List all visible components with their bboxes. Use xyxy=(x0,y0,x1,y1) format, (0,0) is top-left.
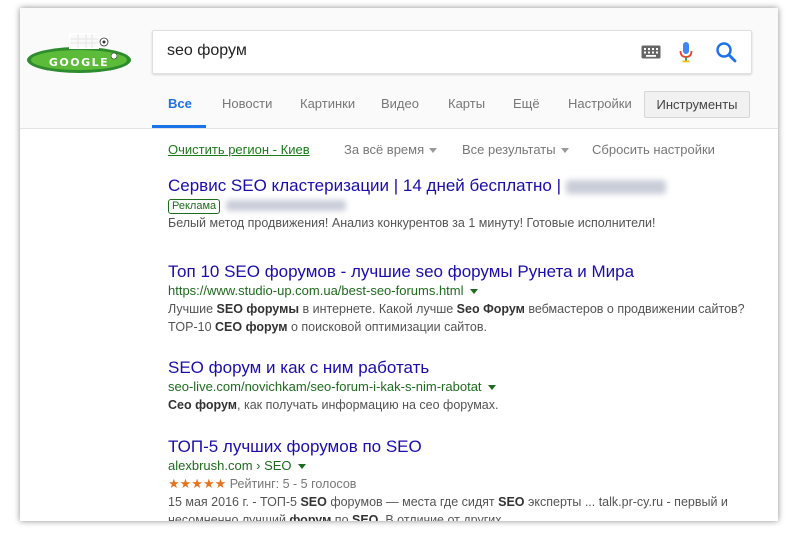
result-url[interactable]: https://www.studio-up.com.ua/best-seo-fo… xyxy=(168,282,768,300)
result-item: SEO форум и как с ним работать seo-live.… xyxy=(168,358,768,414)
tab-settings[interactable]: Настройки xyxy=(568,96,632,111)
browser-frame: GOOGLE Все Новости Ка xyxy=(20,8,778,521)
result-ad: Сервис SEO кластеризации | 14 дней беспл… xyxy=(168,176,768,232)
result-title-part: - лучшие seo форумы Рунета и Мира xyxy=(335,262,635,281)
mic-icon[interactable] xyxy=(679,41,693,63)
reset-settings-link[interactable]: Сбросить настройки xyxy=(592,142,715,157)
tab-video[interactable]: Видео xyxy=(381,96,419,111)
result-title-link[interactable]: ТОП-5 лучших форумов по SEO xyxy=(168,437,768,457)
result-snippet: Белый метод продвижения! Анализ конкурен… xyxy=(168,216,656,230)
result-snippet: Сео форум, как получать информацию на се… xyxy=(168,398,499,412)
chevron-down-icon xyxy=(429,148,438,154)
blurred-domain xyxy=(565,179,666,194)
active-tab-indicator xyxy=(152,125,206,128)
blurred-url xyxy=(226,200,347,212)
result-url-row: Реклама xyxy=(168,196,768,214)
result-snippet: TOP-10 СЕО форум о поисковой оптимизации… xyxy=(168,320,487,334)
url-dropdown-icon[interactable] xyxy=(469,289,478,295)
result-url[interactable]: seo-live.com/novichkam/seo-forum-i-kak-s… xyxy=(168,378,768,396)
tab-news[interactable]: Новости xyxy=(222,96,272,111)
result-url-text: alexbrush.com › SEO xyxy=(168,458,292,473)
results-filter-label: Все результаты xyxy=(462,142,556,157)
keyboard-icon[interactable] xyxy=(641,45,661,59)
search-input[interactable] xyxy=(167,39,627,63)
tab-images[interactable]: Картинки xyxy=(300,96,355,111)
result-snippet: 15 мая 2016 г. - ТОП-5 SEO форумов — мес… xyxy=(168,495,728,509)
time-filter-label: За всё время xyxy=(344,142,425,157)
result-title-link[interactable]: Топ 10 SEO форумов - лучшие seo форумы Р… xyxy=(168,262,768,282)
result-item: ТОП-5 лучших форумов по SEO alexbrush.co… xyxy=(168,437,768,521)
clear-region-link[interactable]: Очистить регион - Киев xyxy=(168,142,310,157)
result-title-link[interactable]: Сервис SEO кластеризации | 14 дней беспл… xyxy=(168,176,768,196)
result-url-text: seo-live.com/novichkam/seo-forum-i-kak-s… xyxy=(168,379,482,394)
rating-row: ★★★★★ Рейтинг: 5 - 5 голосов xyxy=(168,475,768,493)
results-filter-dropdown[interactable]: Все результаты xyxy=(462,142,569,157)
rating-stars-icon: ★★★★★ xyxy=(168,476,227,491)
chevron-down-icon xyxy=(560,148,569,154)
svg-text:GOOGLE: GOOGLE xyxy=(49,56,109,69)
tab-maps[interactable]: Карты xyxy=(448,96,485,111)
tools-button[interactable]: Инструменты xyxy=(644,91,750,118)
result-snippet: Лучшие SEO форумы в интернете. Какой луч… xyxy=(168,302,745,316)
result-item: Топ 10 SEO форумов - лучшие seo форумы Р… xyxy=(168,262,768,336)
search-icon[interactable] xyxy=(715,41,737,63)
time-filter-dropdown[interactable]: За всё время xyxy=(344,142,438,157)
result-title-link[interactable]: SEO форум и как с ним работать xyxy=(168,358,768,378)
google-doodle-logo[interactable]: GOOGLE xyxy=(26,30,132,74)
url-dropdown-icon[interactable] xyxy=(297,464,306,470)
result-url[interactable]: alexbrush.com › SEO xyxy=(168,457,768,475)
result-url-text: https://www.studio-up.com.ua/best-seo-fo… xyxy=(168,283,464,298)
ad-badge: Реклама xyxy=(168,199,221,214)
search-header: GOOGLE Все Новости Ка xyxy=(20,8,778,129)
result-title-part: Топ 10 SEO форумов xyxy=(168,262,336,281)
search-box xyxy=(152,30,752,74)
result-title-text: Сервис SEO кластеризации | 14 дней беспл… xyxy=(168,176,561,195)
result-snippet: несомненно лучший форум по SEO. В отличи… xyxy=(168,513,516,521)
tab-all[interactable]: Все xyxy=(168,96,192,111)
rating-text: Рейтинг: 5 - 5 голосов xyxy=(229,477,357,491)
tab-more[interactable]: Ещё xyxy=(513,96,540,111)
url-dropdown-icon[interactable] xyxy=(487,385,496,391)
